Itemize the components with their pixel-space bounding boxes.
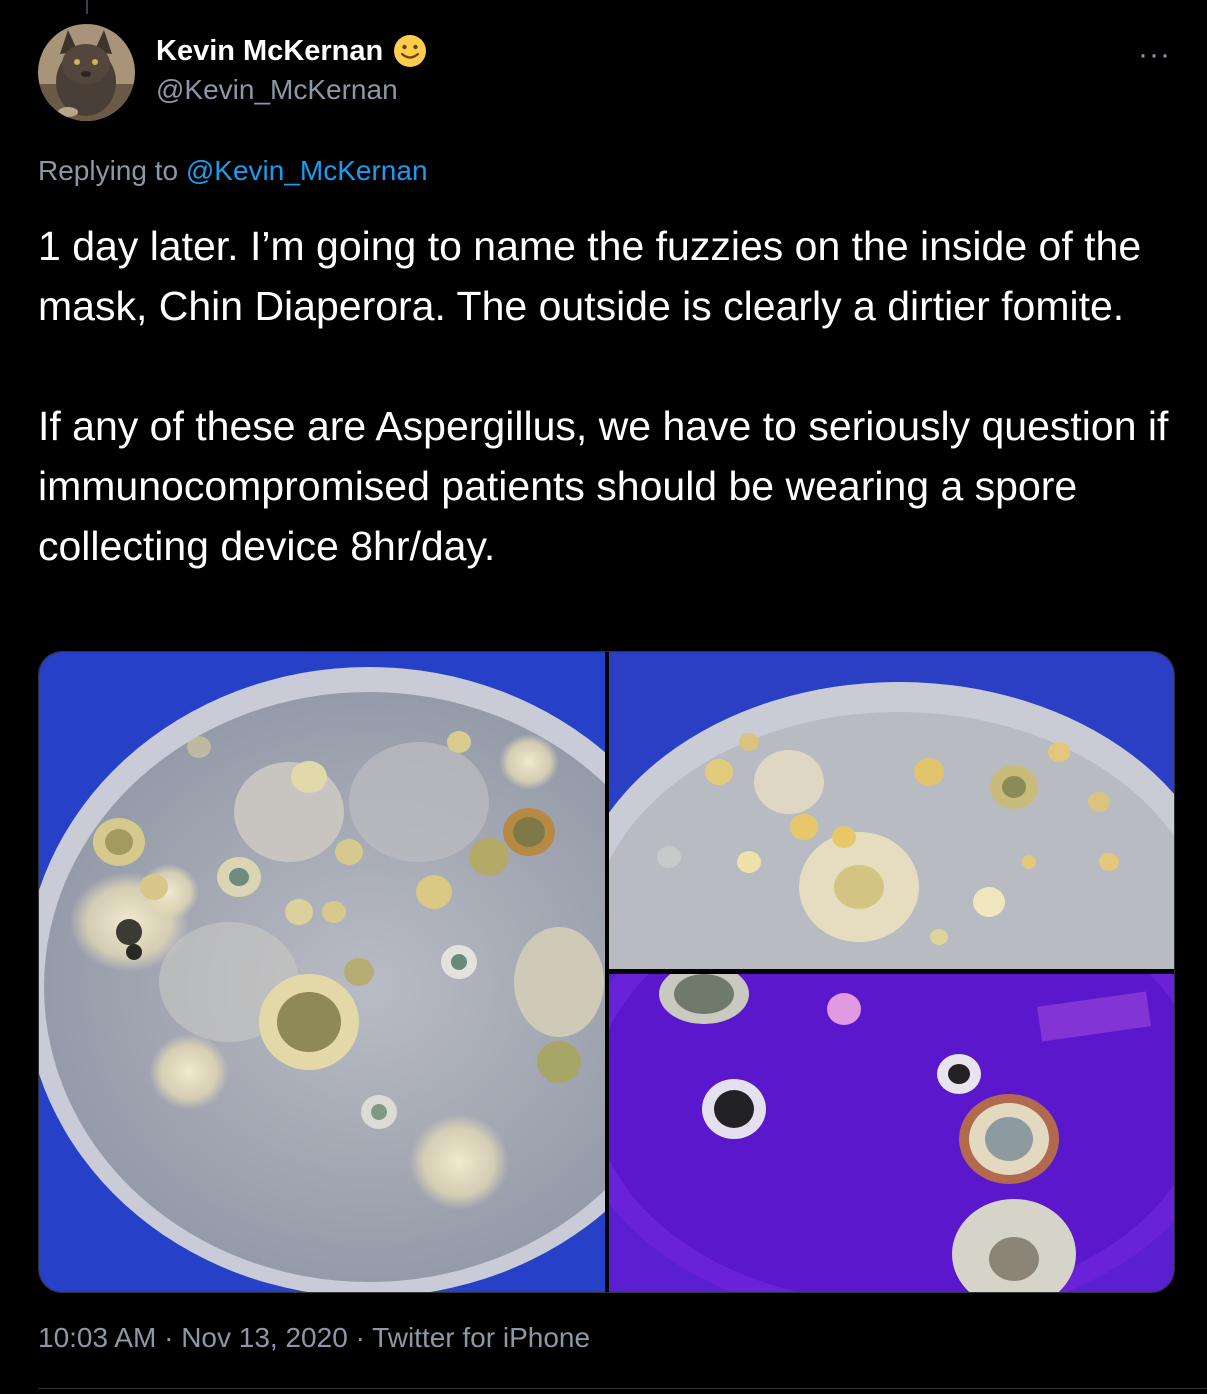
reply-target-link[interactable]: @Kevin_McKernan bbox=[186, 155, 428, 186]
more-horizontal-icon[interactable]: ··· bbox=[1138, 38, 1171, 72]
meta-separator: · bbox=[164, 1322, 174, 1353]
avatar-image bbox=[38, 24, 135, 121]
tweet-paragraph-2: If any of these are Aspergillus, we have… bbox=[38, 403, 1169, 569]
tweet-paragraph-1: 1 day later. I’m going to name the fuzzi… bbox=[38, 223, 1142, 329]
display-name[interactable]: Kevin McKernan bbox=[156, 35, 383, 68]
media-grid[interactable] bbox=[38, 651, 1175, 1293]
thread-connector-line bbox=[86, 0, 88, 14]
divider bbox=[38, 1388, 1207, 1389]
petri-dish-photo-1[interactable] bbox=[39, 652, 605, 1292]
user-name-row[interactable]: Kevin McKernan bbox=[156, 34, 427, 68]
avatar[interactable] bbox=[38, 24, 135, 121]
petri-dish-photo-3[interactable] bbox=[609, 974, 1174, 1292]
meta-separator: · bbox=[355, 1322, 365, 1353]
tweet-text: 1 day later. I’m going to name the fuzzi… bbox=[38, 216, 1178, 576]
petri-dish-photo-2[interactable] bbox=[609, 652, 1174, 969]
user-handle[interactable]: @Kevin_McKernan bbox=[156, 74, 398, 106]
replying-to: Replying to @Kevin_McKernan bbox=[38, 155, 428, 187]
tweet-date[interactable]: Nov 13, 2020 bbox=[181, 1322, 348, 1353]
tweet-source[interactable]: Twitter for iPhone bbox=[372, 1322, 590, 1353]
replying-prefix: Replying to bbox=[38, 155, 179, 186]
tweet-metadata: 10:03 AM · Nov 13, 2020 · Twitter for iP… bbox=[38, 1322, 590, 1354]
slightly-smiling-face-icon bbox=[394, 35, 427, 67]
tweet-time[interactable]: 10:03 AM bbox=[38, 1322, 156, 1353]
